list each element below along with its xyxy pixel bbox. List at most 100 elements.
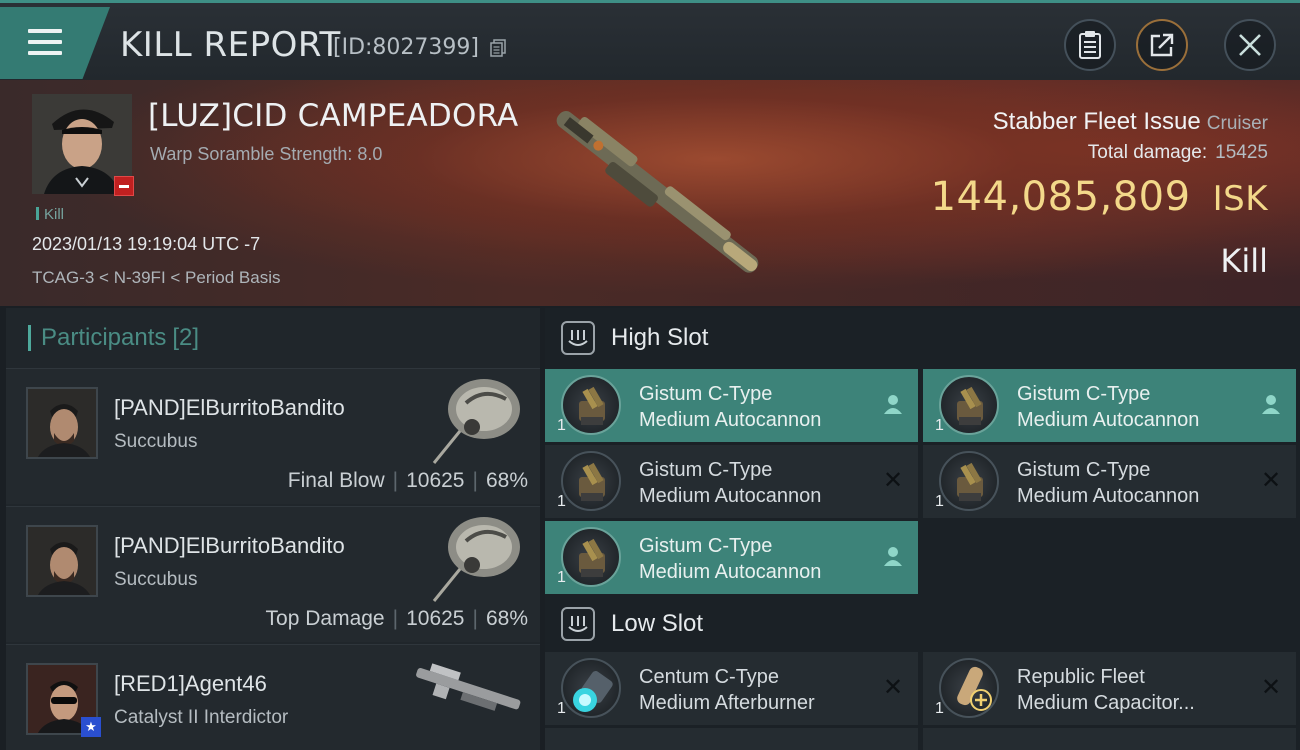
module-slot[interactable]: 1 Gistum C-Type Medium Autocannon	[923, 369, 1296, 442]
module-quantity: 1	[557, 493, 566, 510]
avatar[interactable]	[26, 525, 98, 597]
participant-ship-image[interactable]	[426, 373, 526, 469]
autocannon-icon	[939, 375, 999, 435]
user-icon	[882, 393, 904, 415]
copy-icon[interactable]	[490, 39, 506, 57]
share-button[interactable]	[1136, 19, 1188, 71]
high-slot-icon	[561, 321, 595, 355]
victim-subtitle: Warp Soramble Strength: 8.0	[150, 144, 383, 164]
participant-stats: Final Blow | 10625 | 68%	[288, 469, 528, 493]
participant-name[interactable]: [RED1]Agent46	[114, 671, 267, 697]
victim-ship-image[interactable]	[540, 90, 770, 300]
module-quantity: 1	[935, 700, 944, 717]
pilot-portrait-image	[28, 389, 96, 457]
participant-row[interactable]: [PAND]ElBurritoBandito Succubus Top Dama…	[6, 506, 540, 642]
header-accent-bar	[28, 325, 31, 351]
destroyed-icon: ✕	[882, 673, 904, 701]
title-bar: KILL REPORT [ID:8027399]	[0, 0, 1300, 80]
module-name-line2: Medium Autocannon	[639, 561, 822, 583]
avatar[interactable]	[26, 387, 98, 459]
clipboard-icon	[1079, 31, 1101, 59]
participant-stats: Top Damage | 10625 | 68%	[266, 607, 528, 631]
module-name-line2: Medium Autocannon	[1017, 485, 1200, 507]
kill-tag: Kill	[36, 206, 64, 223]
module-name-line1: Centum C-Type	[639, 666, 780, 688]
kill-result: Kill	[1220, 242, 1268, 280]
participant-role: Final Blow	[287, 469, 385, 492]
module-slot[interactable]: 1 Gistum C-Type Medium Autocannon	[545, 369, 918, 442]
participant-name[interactable]: [PAND]ElBurritoBandito	[114, 395, 345, 421]
separator: |	[472, 469, 478, 492]
destroyed-icon: ✕	[1260, 673, 1282, 701]
module-quantity: 1	[557, 569, 566, 586]
low-slot-header: Low Slot	[545, 594, 1300, 654]
participants-label: Participants	[41, 324, 167, 351]
module-slot[interactable]: 1 Gistum C-Type Medium Autocannon	[545, 521, 918, 594]
participant-ship[interactable]: Catalyst II Interdictor	[114, 707, 288, 729]
afterburner-icon	[561, 658, 621, 718]
clipboard-button[interactable]	[1064, 19, 1116, 71]
total-damage: Total damage: 15425	[1088, 142, 1268, 164]
fitting-panel: High Slot 1 Gistum C-Type Medium Autocan…	[545, 308, 1300, 750]
participant-row[interactable]: ★ [RED1]Agent46 Catalyst II Interdictor	[6, 644, 540, 750]
module-quantity: 1	[935, 493, 944, 510]
participants-count: [2]	[172, 324, 200, 351]
victim-name[interactable]: [LUZ]CID CAMPEADORA	[148, 98, 518, 134]
module-slot[interactable]	[545, 728, 918, 750]
hostile-badge	[114, 176, 134, 196]
autocannon-icon	[561, 451, 621, 511]
module-name-line2: Medium Afterburner	[639, 692, 815, 714]
module-name-line2: Medium Capacitor...	[1017, 692, 1195, 714]
autocannon-icon	[561, 527, 621, 587]
destroyed-icon: ✕	[1260, 466, 1282, 494]
participant-percent: 68%	[485, 469, 528, 492]
close-button[interactable]	[1224, 19, 1276, 71]
isk-value: 144,085,809 ISK	[931, 174, 1268, 220]
participant-row[interactable]: [PAND]ElBurritoBandito Succubus Final Bl…	[6, 368, 540, 504]
high-slot-header: High Slot	[545, 308, 1300, 368]
destroyed-icon: ✕	[882, 466, 904, 494]
ship-class: Cruiser	[1206, 113, 1268, 134]
participant-ship[interactable]: Succubus	[114, 431, 197, 453]
separator: |	[472, 607, 478, 630]
module-name-line1: Gistum C-Type	[639, 383, 773, 405]
user-icon	[1260, 393, 1282, 415]
report-id: [ID:8027399]	[333, 35, 479, 60]
autocannon-icon	[561, 375, 621, 435]
pilot-portrait-image	[28, 527, 96, 595]
victim-banner: [LUZ]CID CAMPEADORA Warp Soramble Streng…	[0, 80, 1300, 306]
kill-location[interactable]: TCAG-3 < N-39FI < Period Basis	[32, 268, 280, 288]
star-icon: ★	[81, 717, 101, 737]
module-slot[interactable]: 1 Gistum C-Type Medium Autocannon ✕	[923, 445, 1296, 518]
participant-ship-image[interactable]	[406, 649, 526, 745]
module-name-line2: Medium Autocannon	[639, 485, 822, 507]
participants-header[interactable]: Participants [2]	[6, 308, 540, 368]
module-slot[interactable]: 1 Gistum C-Type Medium Autocannon ✕	[545, 445, 918, 518]
hamburger-icon	[28, 29, 62, 57]
participant-ship-image[interactable]	[426, 511, 526, 607]
isk-unit: ISK	[1212, 179, 1268, 219]
module-slot[interactable]	[923, 728, 1296, 750]
kill-timestamp: 2023/01/13 19:19:04 UTC -7	[32, 234, 261, 254]
low-slot-label: Low Slot	[611, 610, 704, 637]
module-quantity: 1	[935, 417, 944, 434]
menu-button[interactable]	[0, 7, 110, 79]
module-slot[interactable]: 1 Republic Fleet Medium Capacitor... ✕	[923, 652, 1296, 725]
autocannon-icon	[939, 451, 999, 511]
module-quantity: 1	[557, 700, 566, 717]
module-name-line2: Medium Autocannon	[1017, 409, 1200, 431]
participant-ship[interactable]: Succubus	[114, 569, 197, 591]
module-name-line1: Gistum C-Type	[1017, 459, 1151, 481]
close-icon	[1239, 34, 1261, 56]
module-name-line1: Gistum C-Type	[1017, 383, 1151, 405]
participant-name[interactable]: [PAND]ElBurritoBandito	[114, 533, 345, 559]
high-slot-label: High Slot	[611, 324, 709, 351]
victim-ship-name[interactable]: Stabber Fleet Issue Cruiser	[993, 108, 1268, 136]
total-damage-value: 15425	[1215, 142, 1268, 163]
module-slot[interactable]: 1 Centum C-Type Medium Afterburner ✕	[545, 652, 918, 725]
separator: |	[392, 607, 399, 630]
participant-damage: 10625	[406, 469, 465, 492]
module-name-line2: Medium Autocannon	[639, 409, 822, 431]
separator: |	[392, 469, 399, 492]
module-name-line1: Gistum C-Type	[639, 459, 773, 481]
